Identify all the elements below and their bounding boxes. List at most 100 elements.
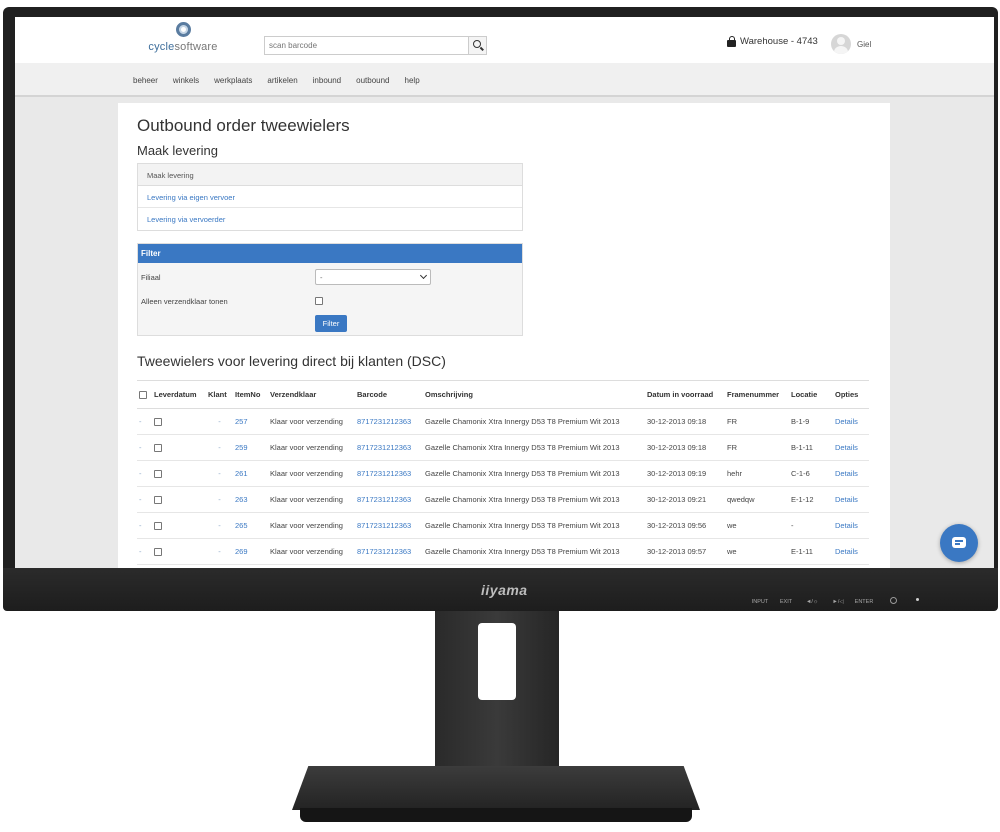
nav-item-outbound[interactable]: outbound	[356, 76, 389, 85]
row-details-link[interactable]: Details	[833, 408, 869, 435]
delivery-section-title: Maak levering	[137, 143, 218, 158]
row-checkbox[interactable]	[154, 521, 162, 530]
chevron-down-icon	[419, 271, 428, 280]
table-row[interactable]: - -269 Klaar voor verzending 8717231212363 G…	[137, 538, 869, 565]
monitor-button-enter[interactable]: ENTER	[851, 599, 877, 605]
row-status: Klaar voor verzending	[268, 512, 355, 539]
row-checkbox[interactable]	[154, 547, 162, 556]
row-checkbox[interactable]	[154, 443, 162, 452]
user-menu[interactable]: Giel	[831, 34, 871, 54]
row-details-link[interactable]: Details	[833, 538, 869, 565]
row-location: C-1-6	[789, 460, 833, 487]
nav-item-werkplaats[interactable]: werkplaats	[214, 76, 252, 85]
col-barcode[interactable]: Barcode	[355, 380, 423, 409]
search-button[interactable]	[468, 37, 486, 54]
row-dash: -	[137, 460, 152, 487]
row-description: Gazelle Chamonix Xtra Innergy D53 T8 Pre…	[423, 408, 645, 435]
warehouse-selector[interactable]: Warehouse - 4743	[727, 36, 818, 47]
row-details-link[interactable]: Details	[833, 486, 869, 513]
delivery-panel: Maak levering Levering via eigen vervoer…	[137, 163, 523, 231]
row-checkbox-cell	[152, 486, 206, 513]
row-checkbox[interactable]	[154, 469, 162, 478]
app-header: cyclesoftware Warehouse - 4743 Giel	[15, 17, 994, 63]
row-description: Gazelle Chamonix Xtra Innergy D53 T8 Pre…	[423, 460, 645, 487]
row-details-link[interactable]: Details	[833, 460, 869, 487]
branch-select[interactable]: -	[315, 269, 431, 285]
filter-heading: Filter	[138, 244, 522, 263]
row-itemno-link[interactable]: 257	[233, 408, 268, 435]
main-nav: beheer winkels werkplaats artikelen inbo…	[15, 63, 994, 97]
table-row[interactable]: - -259 Klaar voor verzending 8717231212363 G…	[137, 434, 869, 461]
col-datum-in-voorraad[interactable]: Datum in voorraad	[645, 380, 725, 409]
row-frame: qwedqw	[725, 486, 789, 513]
nav-item-beheer[interactable]: beheer	[133, 76, 158, 85]
table-title: Tweewielers voor levering direct bij kla…	[137, 353, 446, 369]
row-details-link[interactable]: Details	[833, 512, 869, 539]
row-description: Gazelle Chamonix Xtra Innergy D53 T8 Pre…	[423, 486, 645, 513]
row-dash: -	[137, 538, 152, 565]
nav-item-inbound[interactable]: inbound	[313, 76, 341, 85]
row-barcode-link[interactable]: 8717231212363	[355, 538, 423, 565]
page-title: Outbound order tweewielers	[137, 116, 350, 135]
logo-icon	[175, 22, 191, 37]
row-details-link[interactable]: Details	[833, 434, 869, 461]
table-row[interactable]: - -257 Klaar voor verzending 8717231212363 G…	[137, 408, 869, 435]
lock-icon	[727, 36, 736, 47]
own-transport-link[interactable]: Levering via eigen vervoer	[138, 186, 522, 208]
logo-text: cyclesoftware	[148, 41, 218, 53]
col-opties[interactable]: Opties	[833, 380, 869, 409]
chat-icon	[952, 537, 966, 548]
row-itemno-link[interactable]: 261	[233, 460, 268, 487]
power-icon[interactable]	[890, 597, 897, 604]
monitor-stand-foot	[300, 808, 692, 822]
monitor-button-input[interactable]: INPUT	[747, 599, 773, 605]
row-itemno-link[interactable]: 259	[233, 434, 268, 461]
row-checkbox-cell	[152, 434, 206, 461]
row-frame: FR	[725, 434, 789, 461]
nav-item-artikelen[interactable]: artikelen	[267, 76, 297, 85]
col-omschrijving[interactable]: Omschrijving	[423, 380, 645, 409]
row-status: Klaar voor verzending	[268, 486, 355, 513]
table-row[interactable]: - -263 Klaar voor verzending 8717231212363 G…	[137, 486, 869, 513]
row-checkbox[interactable]	[154, 495, 162, 504]
row-barcode-link[interactable]: 8717231212363	[355, 486, 423, 513]
row-dash: -	[137, 486, 152, 513]
table-row[interactable]: - -261 Klaar voor verzending 8717231212363 G…	[137, 460, 869, 487]
chat-button[interactable]	[940, 524, 978, 562]
col-itemno[interactable]: ItemNo	[233, 380, 268, 409]
row-itemno-link[interactable]: 263	[233, 486, 268, 513]
search-input[interactable]	[265, 37, 468, 54]
row-barcode-link[interactable]: 8717231212363	[355, 460, 423, 487]
select-all-cell	[137, 380, 152, 409]
row-itemno-link[interactable]: 265	[233, 512, 268, 539]
row-date: 30-12-2013 09:18	[645, 408, 725, 435]
monitor-button-exit[interactable]: EXIT	[773, 599, 799, 605]
monitor-button-right[interactable]: ►/◁	[825, 599, 851, 605]
nav-item-help[interactable]: help	[405, 76, 420, 85]
row-checkbox-cell	[152, 460, 206, 487]
nav-item-winkels[interactable]: winkels	[173, 76, 199, 85]
monitor-button-left[interactable]: ◄/☼	[799, 599, 825, 605]
table-row[interactable]: - -265 Klaar voor verzending 8717231212363 G…	[137, 512, 869, 539]
row-checkbox[interactable]	[154, 417, 162, 426]
select-all-checkbox[interactable]	[139, 391, 147, 399]
col-locatie[interactable]: Locatie	[789, 380, 833, 409]
row-dash: -	[137, 408, 152, 435]
row-barcode-link[interactable]: 8717231212363	[355, 434, 423, 461]
filter-button[interactable]: Filter	[315, 315, 347, 332]
monitor-buttons: INPUT EXIT ◄/☼ ►/◁ ENTER	[747, 599, 877, 605]
carrier-link[interactable]: Levering via vervoerder	[138, 208, 522, 230]
col-framenummer[interactable]: Framenummer	[725, 380, 789, 409]
logo[interactable]: cyclesoftware	[143, 22, 223, 55]
row-barcode-link[interactable]: 8717231212363	[355, 512, 423, 539]
col-klant[interactable]: Klant	[206, 380, 233, 409]
ready-only-label: Alleen verzendklaar tonen	[141, 297, 228, 306]
ready-only-checkbox[interactable]	[315, 297, 323, 305]
row-klant: -	[206, 512, 233, 539]
row-itemno-link[interactable]: 269	[233, 538, 268, 565]
col-verzendklaar[interactable]: Verzendklaar	[268, 380, 355, 409]
col-leverdatum[interactable]: Leverdatum	[152, 380, 206, 409]
row-date: 30-12-2013 09:18	[645, 434, 725, 461]
row-barcode-link[interactable]: 8717231212363	[355, 408, 423, 435]
row-dash: -	[137, 512, 152, 539]
